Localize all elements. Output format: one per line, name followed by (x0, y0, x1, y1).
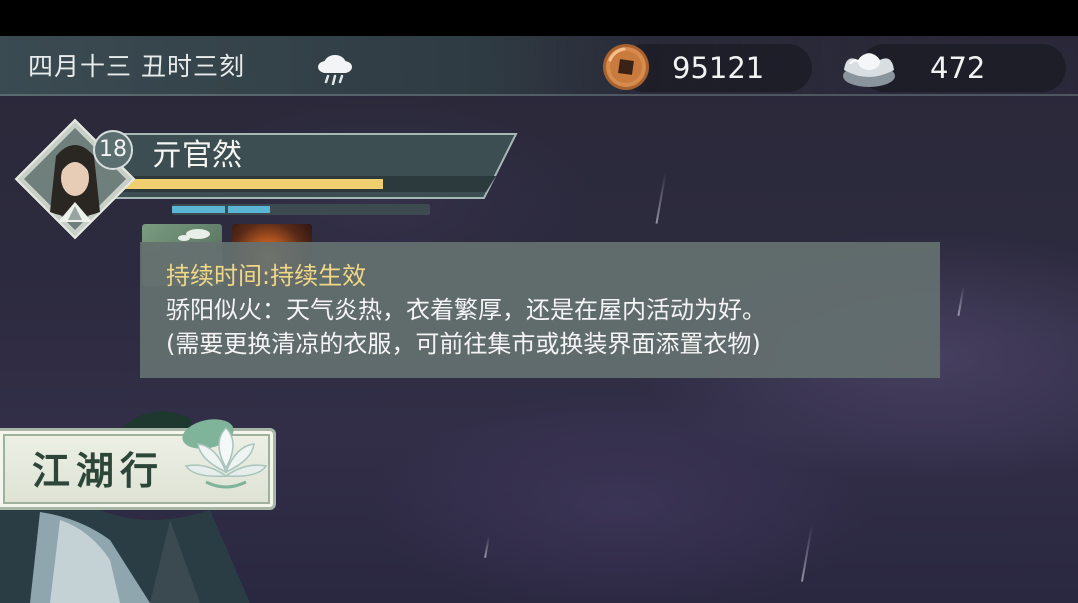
silver-ingot-amount: 472 (930, 51, 986, 85)
rain-streak (655, 172, 667, 224)
buff-tooltip: 持续时间:持续生效 骄阳似火：天气炎热，衣着繁厚，还是在屋内活动为好。 (需要更… (140, 242, 940, 378)
lotus-icon (182, 419, 268, 489)
character-level-badge: 18 (93, 130, 133, 170)
tooltip-duration: 持续时间:持续生效 (166, 262, 367, 290)
game-date-time: 四月十三 丑时三刻 (28, 52, 245, 81)
jianghu-travel-label: 江湖行 (32, 448, 165, 493)
mp-bar-fill (172, 206, 270, 213)
silver-ingot-icon (843, 53, 895, 87)
rain-cloud-icon[interactable] (314, 51, 356, 85)
tooltip-description: 骄阳似火：天气炎热，衣着繁厚，还是在屋内活动为好。 (166, 296, 766, 324)
copper-coin-amount: 95121 (672, 51, 765, 85)
mp-bar (172, 204, 430, 215)
hp-bar-fill (124, 179, 383, 189)
rain-streak (484, 535, 490, 559)
mp-bar-divider (225, 204, 228, 215)
tooltip-hint: (需要更换清凉的衣服，可前往集市或换装界面添置衣物) (166, 330, 761, 358)
rain-streak (957, 286, 965, 316)
rain-streak (800, 524, 814, 582)
character-name: 亓官然 (152, 138, 242, 173)
copper-coin-icon (603, 44, 649, 90)
